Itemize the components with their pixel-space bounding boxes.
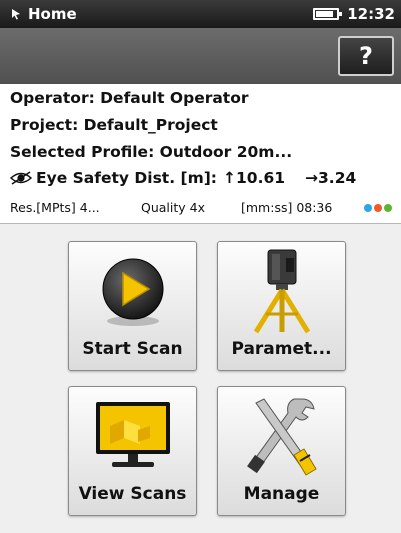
window-title: Home: [28, 5, 77, 23]
parameters-button[interactable]: Paramet...: [217, 241, 346, 371]
status-dots: [364, 204, 392, 212]
help-button[interactable]: ?: [338, 36, 394, 76]
play-icon: [69, 248, 196, 334]
manage-label: Manage: [243, 484, 320, 504]
start-scan-button[interactable]: Start Scan: [68, 241, 197, 371]
status-bar: Home 12:32: [0, 0, 401, 28]
operator-text: Operator: Default Operator: [10, 89, 249, 107]
profile-text: Selected Profile: Outdoor 20m...: [10, 143, 293, 161]
resolution-text: Res.[MPts] 4...: [10, 200, 100, 215]
view-scans-label: View Scans: [78, 484, 187, 504]
info-panel: Operator: Default Operator Project: Defa…: [0, 84, 401, 224]
view-scans-button[interactable]: View Scans: [68, 386, 197, 516]
status-dot-blue: [364, 204, 372, 212]
status-dot-red: [374, 204, 382, 212]
parameters-label: Paramet...: [231, 339, 332, 359]
scanner-tripod-icon: [218, 248, 345, 334]
start-scan-label: Start Scan: [82, 339, 183, 359]
quality-text: Quality 4x: [141, 200, 205, 215]
battery-fill: [316, 11, 334, 17]
pointer-hand-icon: [10, 8, 22, 20]
duration-text: [mm:ss] 08:36: [241, 200, 333, 215]
eye-safety-right-value: →3.24: [305, 169, 357, 187]
eye-safety-label: Eye Safety Dist. [m]:: [36, 169, 218, 187]
eye-safety-up-value: ↑10.61: [223, 169, 286, 187]
clock: 12:32: [347, 5, 395, 23]
monitor-icon: [69, 393, 196, 479]
project-text: Project: Default_Project: [10, 116, 218, 134]
manage-button[interactable]: Manage: [217, 386, 346, 516]
battery-icon: [313, 8, 343, 20]
tools-icon: [218, 393, 345, 479]
eye-icon: [10, 171, 32, 185]
eye-safety-row: Eye Safety Dist. [m]: ↑10.61 →3.24: [10, 169, 356, 187]
toolbar: ?: [0, 28, 401, 84]
status-dot-green: [384, 204, 392, 212]
